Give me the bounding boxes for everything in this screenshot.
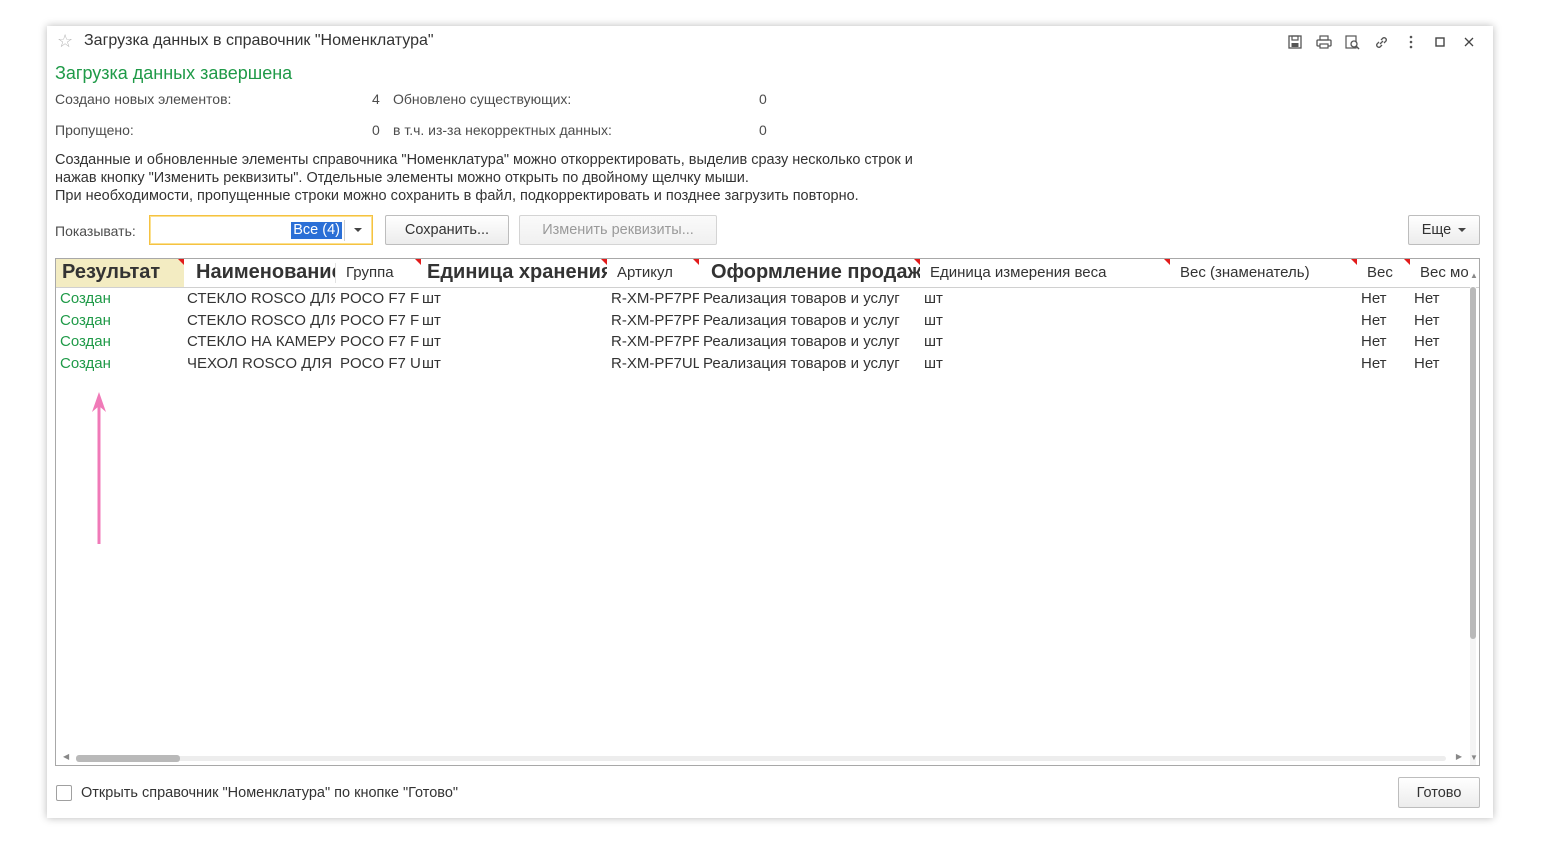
- caret-down-icon: [1458, 228, 1467, 232]
- table-cell: Реализация товаров и услуг: [703, 290, 900, 307]
- description-line: При необходимости, пропущенные строки мо…: [55, 188, 859, 204]
- title-bar: ☆ Загрузка данных в справочник "Номенкла…: [47, 26, 1493, 58]
- table-cell: СТЕКЛО НА КАМЕРУ: [187, 333, 335, 351]
- table-cell: Нет: [1361, 333, 1387, 351]
- scroll-left-icon[interactable]: ◀: [63, 752, 69, 761]
- column-header-group[interactable]: Группа: [336, 259, 421, 287]
- scroll-up-icon[interactable]: ▲: [1470, 271, 1478, 280]
- created-label: Создано новых элементов:: [55, 91, 232, 107]
- edit-attributes-button[interactable]: Изменить реквизиты...: [519, 215, 717, 245]
- vertical-scroll-thumb[interactable]: [1470, 287, 1476, 639]
- table-cell: R-XM-PF7PF: [611, 311, 699, 329]
- table-cell: шт: [924, 290, 943, 307]
- open-catalog-checkbox-label[interactable]: Открыть справочник "Номенклатура" по кно…: [81, 785, 458, 801]
- save-icon[interactable]: [1280, 32, 1309, 52]
- maximize-icon[interactable]: [1425, 32, 1454, 52]
- select-divider: [344, 220, 345, 241]
- star-icon[interactable]: ☆: [57, 31, 73, 52]
- done-button[interactable]: Готово: [1398, 777, 1480, 808]
- table-cell: шт: [422, 333, 441, 351]
- skipped-label: Пропущено:: [55, 122, 134, 138]
- table-cell: R-XM-PF7PF: [611, 333, 699, 351]
- column-header-result[interactable]: Результат: [56, 259, 184, 287]
- more-button[interactable]: Еще: [1408, 215, 1480, 245]
- table-cell: шт: [422, 290, 441, 307]
- table-cell: шт: [924, 355, 943, 373]
- close-icon[interactable]: [1454, 32, 1483, 52]
- table-row[interactable]: Создан ЧЕХОЛ ROSCO ДЛЯ POCO F7 Uшт R-XM-PF7…: [56, 353, 1466, 375]
- table-cell: шт: [422, 311, 441, 329]
- import-dialog-window: ☆ Загрузка данных в справочник "Номенкла…: [47, 26, 1493, 818]
- skipped-value: 0: [372, 122, 380, 138]
- table-cell: Нет: [1414, 311, 1440, 329]
- scroll-down-icon[interactable]: ▼: [1470, 753, 1478, 762]
- description-text: Созданные и обновленные элементы справоч…: [55, 151, 913, 205]
- open-catalog-checkbox[interactable]: [56, 785, 72, 801]
- preview-icon[interactable]: [1338, 32, 1367, 52]
- table-cell: СТЕКЛО ROSCO ДЛЯ: [187, 290, 335, 307]
- table-cell: Нет: [1414, 355, 1440, 373]
- scroll-right-icon[interactable]: ▶: [1456, 752, 1462, 761]
- table-cell: СТЕКЛО ROSCO ДЛЯ: [187, 311, 335, 329]
- table-row[interactable]: Создан СТЕКЛО ROSCO ДЛЯ POCO F7 Fшт R-XM-PF…: [56, 288, 1466, 310]
- description-line: нажав кнопку "Изменить реквизиты". Отдел…: [55, 170, 749, 186]
- table-header: Результат Наименование Группа Единица хр…: [56, 259, 1479, 288]
- table-cell: Нет: [1414, 333, 1440, 351]
- table-cell: ЧЕХОЛ ROSCO ДЛЯ: [187, 355, 333, 373]
- table-cell: R-XM-PF7PF: [611, 290, 699, 307]
- title-bar-actions: [1280, 32, 1483, 52]
- show-filter-value[interactable]: Все (4): [291, 222, 342, 239]
- table-cell: Создан: [60, 355, 111, 373]
- table-cell: Создан: [60, 290, 111, 307]
- completion-title: Загрузка данных завершена: [55, 63, 293, 83]
- table-cell: Нет: [1361, 355, 1387, 373]
- invalid-value: 0: [759, 122, 767, 138]
- table-cell: шт: [422, 355, 441, 373]
- column-header-weight-mod[interactable]: Вес мо: [1410, 259, 1468, 287]
- column-header-name[interactable]: Наименование: [184, 259, 336, 287]
- chevron-down-icon[interactable]: [354, 228, 362, 232]
- column-header-weight-unit[interactable]: Единица измерения веса: [920, 259, 1170, 287]
- created-value: 4: [372, 91, 380, 107]
- save-button[interactable]: Сохранить...: [385, 215, 509, 245]
- window-title: Загрузка данных в справочник "Номенклату…: [84, 32, 434, 49]
- table-cell: POCO F7 F: [340, 290, 420, 307]
- table-cell: шт: [924, 333, 943, 351]
- horizontal-scrollbar[interactable]: ◀ ▶: [56, 751, 1466, 765]
- horizontal-scroll-thumb[interactable]: [76, 755, 180, 762]
- annotation-arrow-icon: [92, 392, 106, 544]
- results-table[interactable]: Результат Наименование Группа Единица хр…: [55, 258, 1480, 766]
- more-icon[interactable]: [1396, 32, 1425, 52]
- column-header-sales-type[interactable]: Оформление продаж: [699, 259, 920, 287]
- invalid-label: в т.ч. из-за некорректных данных:: [393, 122, 612, 138]
- table-cell: шт: [924, 311, 943, 329]
- column-header-weight[interactable]: Вес: [1357, 259, 1410, 287]
- table-cell: Создан: [60, 311, 111, 329]
- column-header-storage-unit[interactable]: Единица хранения: [421, 259, 607, 287]
- vertical-scrollbar[interactable]: ▲ ▼: [1467, 271, 1479, 765]
- link-icon[interactable]: [1367, 32, 1396, 52]
- updated-value: 0: [759, 91, 767, 107]
- table-row[interactable]: Создан СТЕКЛО НА КАМЕРУ POCO F7 Fшт R-XM-PF…: [56, 331, 1466, 353]
- description-line: Созданные и обновленные элементы справоч…: [55, 152, 913, 168]
- table-cell: POCO F7 F: [340, 311, 420, 329]
- table-cell: Нет: [1361, 311, 1387, 329]
- table-cell: Реализация товаров и услуг: [703, 355, 900, 373]
- show-filter-label: Показывать:: [55, 223, 136, 239]
- print-icon[interactable]: [1309, 32, 1338, 52]
- column-header-article[interactable]: Артикул: [607, 259, 699, 287]
- table-cell: Нет: [1414, 290, 1440, 307]
- table-row[interactable]: Создан СТЕКЛО ROSCO ДЛЯ POCO F7 Fшт R-XM-PF…: [56, 310, 1466, 332]
- table-cell: POCO F7 F: [340, 333, 420, 351]
- more-button-label: Еще: [1421, 222, 1452, 238]
- table-cell: Реализация товаров и услуг: [703, 333, 900, 351]
- column-header-weight-denominator[interactable]: Вес (знаменатель): [1170, 259, 1357, 287]
- table-cell: R-XM-PF7UL: [611, 355, 699, 373]
- show-filter-select[interactable]: Все (4): [149, 215, 373, 245]
- updated-label: Обновлено существующих:: [393, 91, 572, 107]
- table-cell: Создан: [60, 333, 111, 351]
- table-cell: Реализация товаров и услуг: [703, 311, 900, 329]
- table-cell: Нет: [1361, 290, 1387, 307]
- table-cell: POCO F7 U: [340, 355, 420, 373]
